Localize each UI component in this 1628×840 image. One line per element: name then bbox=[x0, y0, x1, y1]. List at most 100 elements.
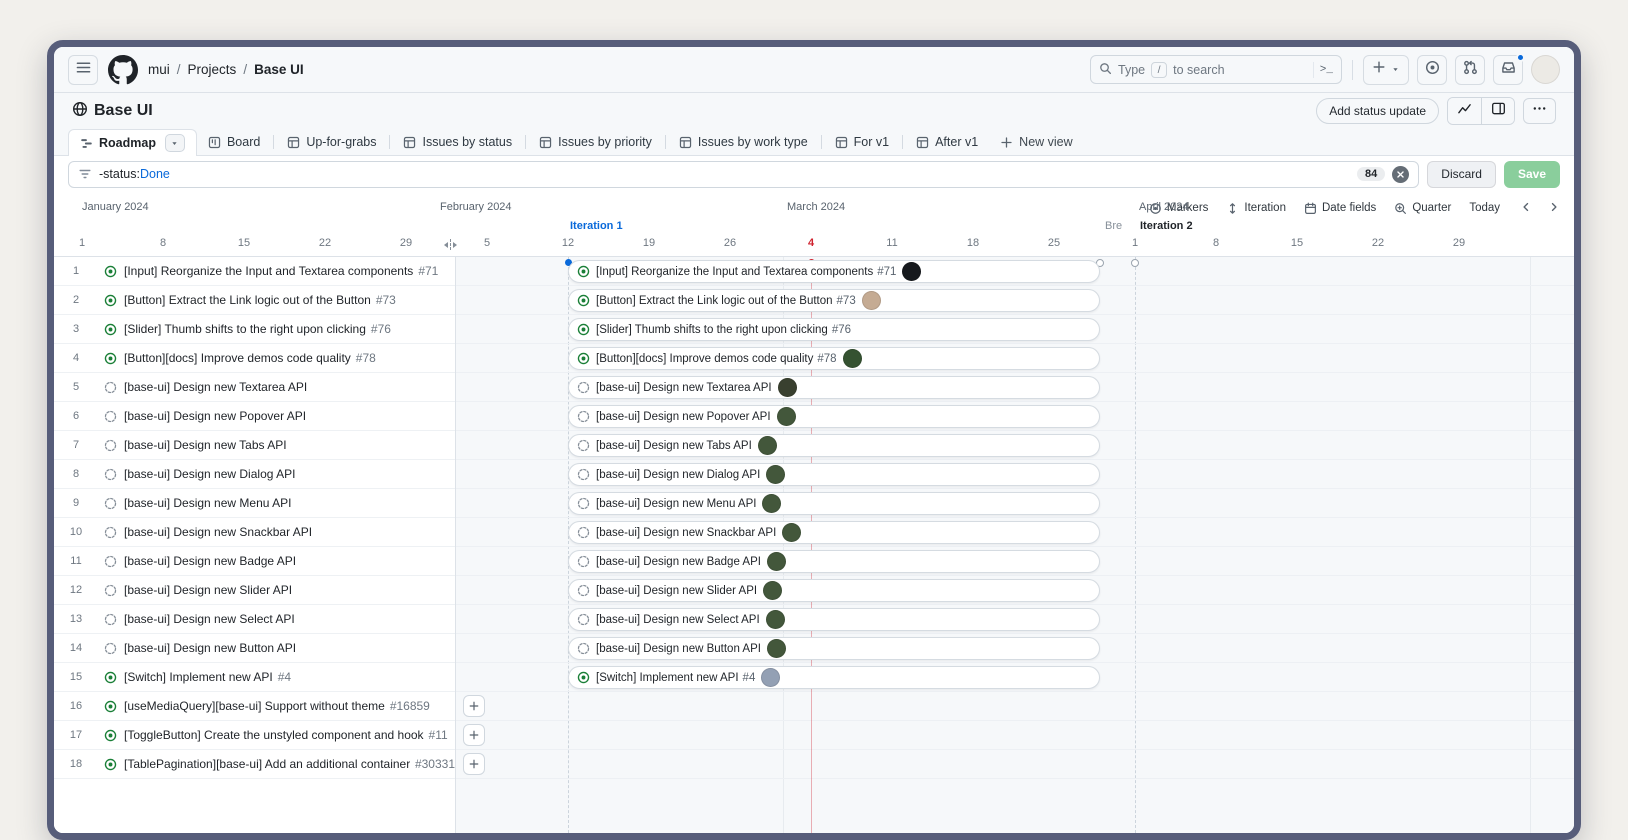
assignee-avatar[interactable] bbox=[762, 494, 781, 513]
search-input[interactable]: Type / to search >_ bbox=[1090, 55, 1342, 84]
filter-input[interactable]: -status:Done 84 bbox=[68, 161, 1419, 188]
tab-up-for-grabs[interactable]: Up-for-grabs bbox=[276, 129, 387, 155]
create-new-button[interactable] bbox=[1363, 55, 1409, 85]
tab-issues-by-priority[interactable]: Issues by priority bbox=[528, 129, 663, 155]
table-row[interactable]: 12[base-ui] Design new Slider API bbox=[54, 576, 455, 605]
add-dates-button[interactable] bbox=[463, 724, 485, 746]
save-button[interactable]: Save bbox=[1504, 161, 1560, 188]
table-row[interactable]: 3[Slider] Thumb shifts to the right upon… bbox=[54, 315, 455, 344]
table-row[interactable]: 5[base-ui] Design new Textarea API bbox=[54, 373, 455, 402]
item-title[interactable]: [Switch] Implement new API bbox=[124, 670, 273, 684]
item-title[interactable]: [base-ui] Design new Badge API bbox=[124, 554, 296, 568]
item-title[interactable]: [base-ui] Design new Button API bbox=[124, 641, 296, 655]
assignee-avatar[interactable] bbox=[777, 407, 796, 426]
assignee-avatar[interactable] bbox=[862, 291, 881, 310]
item-title[interactable]: [Slider] Thumb shifts to the right upon … bbox=[124, 322, 366, 336]
user-avatar[interactable] bbox=[1531, 55, 1560, 84]
tab-for-v1[interactable]: For v1 bbox=[824, 129, 900, 155]
timeline-bar[interactable]: [base-ui] Design new Tabs API bbox=[568, 434, 1100, 457]
chevron-left-button[interactable] bbox=[1520, 201, 1532, 216]
timeline-bar[interactable]: [base-ui] Design new Textarea API bbox=[568, 376, 1100, 399]
control-quarter[interactable]: Quarter bbox=[1394, 202, 1451, 215]
breadcrumb-item[interactable]: Base UI bbox=[254, 62, 304, 77]
table-row[interactable]: 18[TablePagination][base-ui] Add an addi… bbox=[54, 750, 455, 779]
side-panel-button[interactable] bbox=[1481, 98, 1514, 124]
timeline-bar[interactable]: [base-ui] Design new Menu API bbox=[568, 492, 1100, 515]
tab-issues-by-status[interactable]: Issues by status bbox=[392, 129, 523, 155]
assignee-avatar[interactable] bbox=[782, 523, 801, 542]
tab-board[interactable]: Board bbox=[197, 129, 271, 155]
column-resize-handle[interactable] bbox=[444, 239, 457, 250]
item-title[interactable]: [Button][docs] Improve demos code qualit… bbox=[124, 351, 351, 365]
item-title[interactable]: [useMediaQuery][base-ui] Support without… bbox=[124, 699, 385, 713]
assignee-avatar[interactable] bbox=[902, 262, 921, 281]
table-row[interactable]: 16[useMediaQuery][base-ui] Support witho… bbox=[54, 692, 455, 721]
control-today[interactable]: Today bbox=[1469, 202, 1500, 214]
item-title[interactable]: [TablePagination][base-ui] Add an additi… bbox=[124, 757, 410, 771]
control-date-fields[interactable]: Date fields bbox=[1304, 202, 1376, 215]
item-title[interactable]: [base-ui] Design new Dialog API bbox=[124, 467, 295, 481]
assignee-avatar[interactable] bbox=[758, 436, 777, 455]
table-row[interactable]: 13[base-ui] Design new Select API bbox=[54, 605, 455, 634]
table-row[interactable]: 8[base-ui] Design new Dialog API bbox=[54, 460, 455, 489]
table-row[interactable]: 14[base-ui] Design new Button API bbox=[54, 634, 455, 663]
chevron-right-button[interactable] bbox=[1548, 201, 1560, 216]
timeline-bar[interactable]: [Slider] Thumb shifts to the right upon … bbox=[568, 318, 1100, 341]
table-row[interactable]: 2[Button] Extract the Link logic out of … bbox=[54, 286, 455, 315]
timeline-bar[interactable]: [base-ui] Design new Badge API bbox=[568, 550, 1100, 573]
add-dates-button[interactable] bbox=[463, 753, 485, 775]
item-title[interactable]: [base-ui] Design new Textarea API bbox=[124, 380, 307, 394]
command-palette-icon[interactable]: >_ bbox=[1320, 64, 1333, 76]
table-row[interactable]: 17[ToggleButton] Create the unstyled com… bbox=[54, 721, 455, 750]
item-title[interactable]: [base-ui] Design new Select API bbox=[124, 612, 295, 626]
timeline-bar[interactable]: [Button] Extract the Link logic out of t… bbox=[568, 289, 1100, 312]
assignee-avatar[interactable] bbox=[763, 581, 782, 600]
assignee-avatar[interactable] bbox=[766, 610, 785, 629]
hamburger-menu-button[interactable] bbox=[68, 55, 98, 85]
add-dates-button[interactable] bbox=[463, 695, 485, 717]
tab-roadmap[interactable]: Roadmap bbox=[68, 129, 197, 156]
assignee-avatar[interactable] bbox=[767, 552, 786, 571]
clear-filter-button[interactable] bbox=[1392, 166, 1409, 183]
item-title[interactable]: [Input] Reorganize the Input and Textare… bbox=[124, 264, 413, 278]
timeline-bar[interactable]: [Switch] Implement new API#4 bbox=[568, 666, 1100, 689]
table-row[interactable]: 10[base-ui] Design new Snackbar API bbox=[54, 518, 455, 547]
tab-new-view[interactable]: New view bbox=[989, 129, 1084, 155]
timeline-bar[interactable]: [base-ui] Design new Button API bbox=[568, 637, 1100, 660]
pull-requests-button[interactable] bbox=[1455, 55, 1485, 85]
timeline-bar[interactable]: [base-ui] Design new Snackbar API bbox=[568, 521, 1100, 544]
table-row[interactable]: 9[base-ui] Design new Menu API bbox=[54, 489, 455, 518]
assignee-avatar[interactable] bbox=[766, 465, 785, 484]
item-title[interactable]: [base-ui] Design new Menu API bbox=[124, 496, 291, 510]
table-row[interactable]: 4[Button][docs] Improve demos code quali… bbox=[54, 344, 455, 373]
project-menu-button[interactable] bbox=[1523, 98, 1556, 124]
item-title[interactable]: [base-ui] Design new Snackbar API bbox=[124, 525, 312, 539]
item-title[interactable]: [ToggleButton] Create the unstyled compo… bbox=[124, 728, 424, 742]
github-logo-icon[interactable] bbox=[108, 55, 138, 85]
control-iteration[interactable]: Iteration bbox=[1226, 202, 1286, 215]
item-title[interactable]: [Button] Extract the Link logic out of t… bbox=[124, 293, 371, 307]
assignee-avatar[interactable] bbox=[767, 639, 786, 658]
assignee-avatar[interactable] bbox=[761, 668, 780, 687]
timeline-bar[interactable]: [Input] Reorganize the Input and Textare… bbox=[568, 260, 1100, 283]
table-row[interactable]: 1[Input] Reorganize the Input and Textar… bbox=[54, 257, 455, 286]
issues-button[interactable] bbox=[1417, 55, 1447, 85]
timeline-bar[interactable]: [base-ui] Design new Popover API bbox=[568, 405, 1100, 428]
timeline-bar[interactable]: [base-ui] Design new Slider API bbox=[568, 579, 1100, 602]
item-title[interactable]: [base-ui] Design new Slider API bbox=[124, 583, 292, 597]
tab-options-button[interactable] bbox=[165, 134, 185, 152]
inbox-button[interactable] bbox=[1493, 55, 1523, 85]
discard-button[interactable]: Discard bbox=[1427, 161, 1496, 188]
add-status-update-button[interactable]: Add status update bbox=[1316, 98, 1439, 124]
tab-after-v1[interactable]: After v1 bbox=[905, 129, 989, 155]
timeline-bar[interactable]: [base-ui] Design new Select API bbox=[568, 608, 1100, 631]
timeline-bar[interactable]: [base-ui] Design new Dialog API bbox=[568, 463, 1100, 486]
table-row[interactable]: 15[Switch] Implement new API#4 bbox=[54, 663, 455, 692]
assignee-avatar[interactable] bbox=[778, 378, 797, 397]
insights-button[interactable] bbox=[1448, 98, 1481, 124]
iteration-2-start-marker[interactable] bbox=[1131, 259, 1139, 267]
tab-issues-by-work-type[interactable]: Issues by work type bbox=[668, 129, 819, 155]
timeline-bar[interactable]: [Button][docs] Improve demos code qualit… bbox=[568, 347, 1100, 370]
breadcrumb-item[interactable]: mui bbox=[148, 62, 170, 77]
item-title[interactable]: [base-ui] Design new Tabs API bbox=[124, 438, 287, 452]
